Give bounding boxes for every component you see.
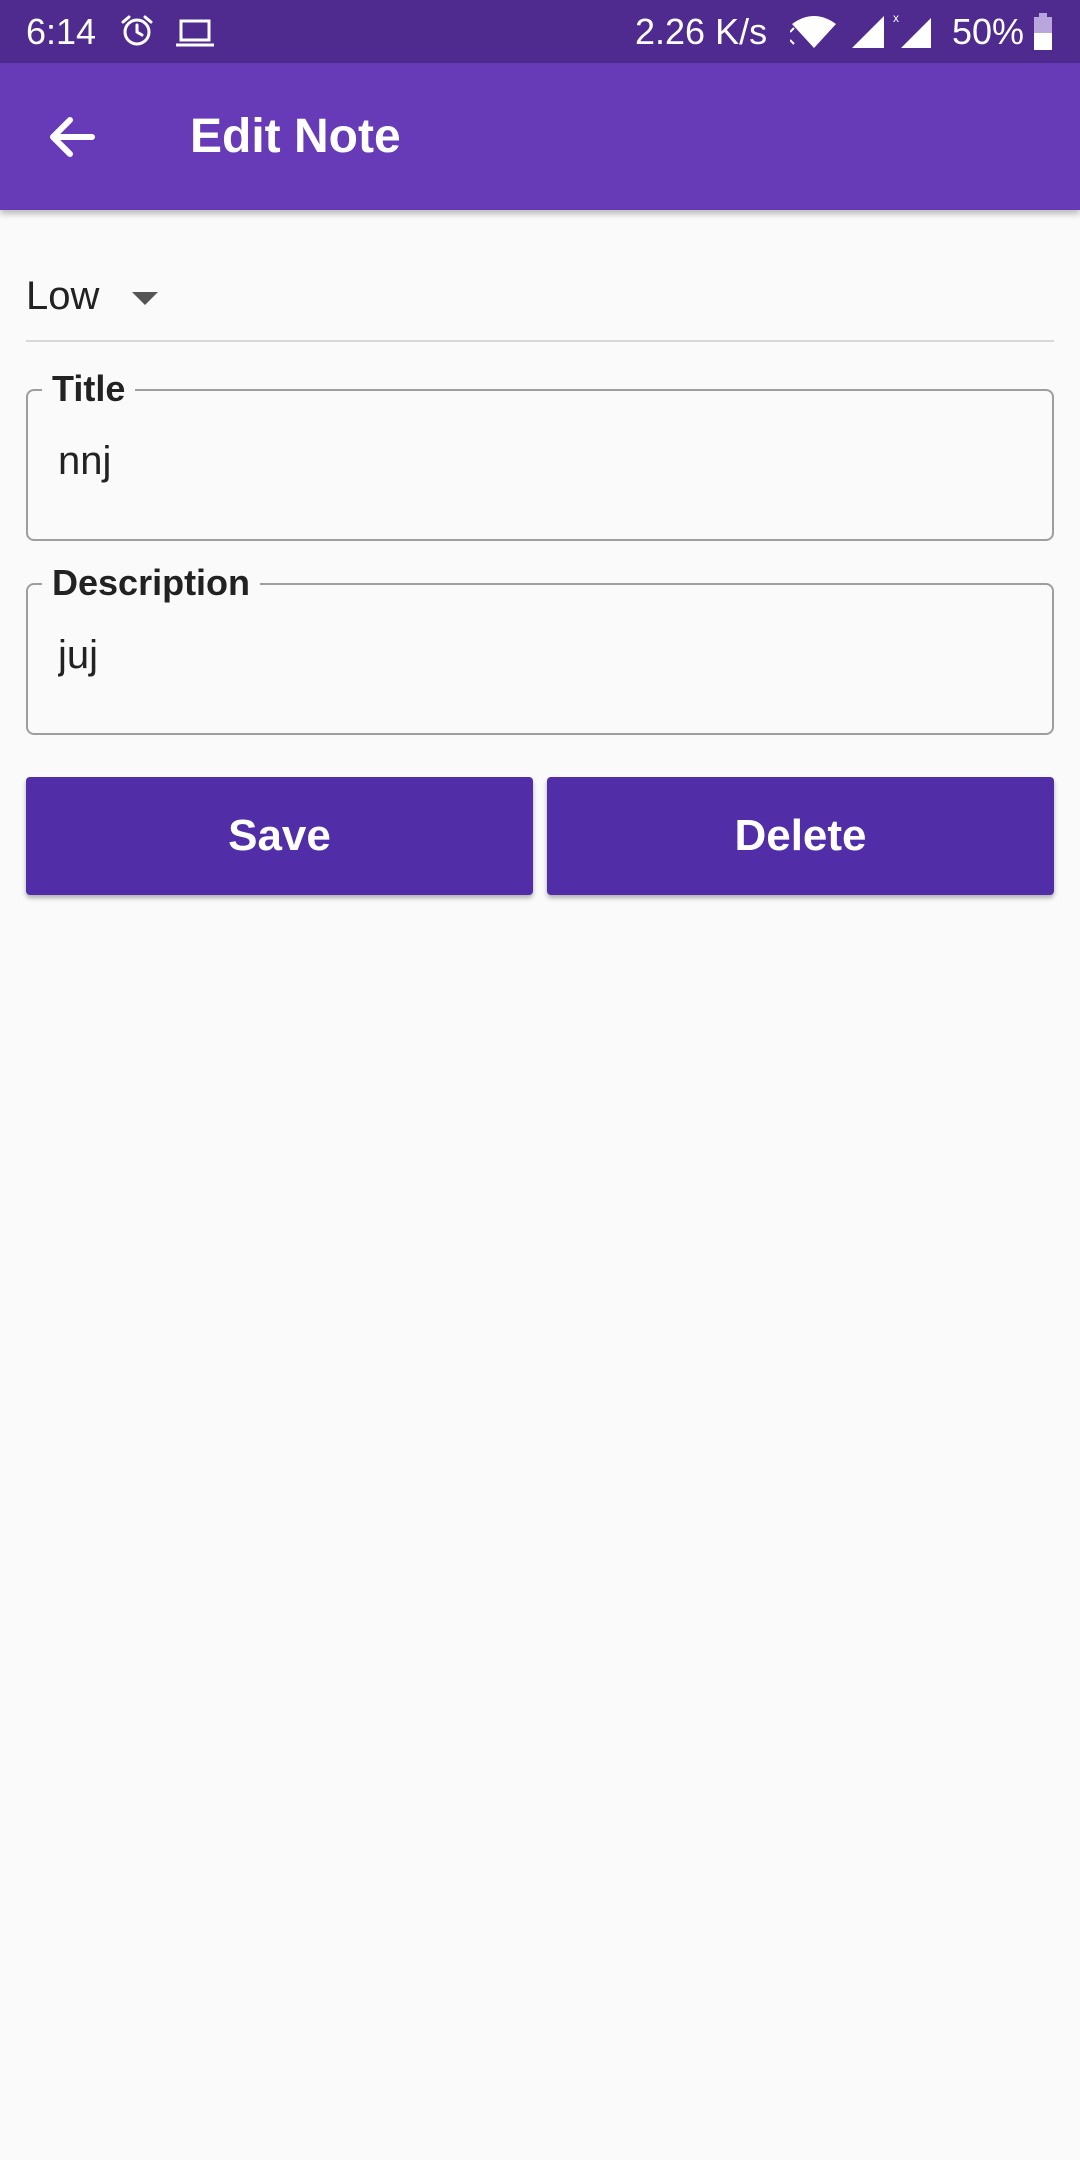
alarm-icon [120,14,154,48]
priority-selected-value: Low [26,274,100,318]
network-speed: 2.26 K/s [635,11,768,52]
description-input[interactable] [58,633,1018,678]
page-title: Edit Note [190,110,401,163]
app-bar: Edit Note [0,63,1080,210]
description-field[interactable]: Description [26,559,1054,735]
title-field-label: Title [42,365,136,413]
save-button[interactable]: Save [26,777,533,895]
wifi-icon [789,14,838,48]
status-time: 6:14 [26,11,97,52]
battery-percent: 50% [952,11,1025,52]
back-button[interactable] [36,101,108,173]
battery-icon [1032,13,1054,50]
title-input[interactable] [58,439,1018,484]
priority-dropdown[interactable]: Low [26,260,1054,342]
svg-text:x: x [893,12,899,25]
description-field-label: Description [42,559,261,607]
arrow-back-icon [36,117,108,177]
title-field[interactable]: Title [26,365,1054,541]
signal-icon: x [893,11,933,48]
status-bar: 6:14 2.26 K/s x 50% [0,0,1080,63]
laptop-icon [175,16,215,48]
signal-icon [850,14,886,48]
chevron-down-icon [130,288,160,308]
delete-button[interactable]: Delete [547,777,1054,895]
